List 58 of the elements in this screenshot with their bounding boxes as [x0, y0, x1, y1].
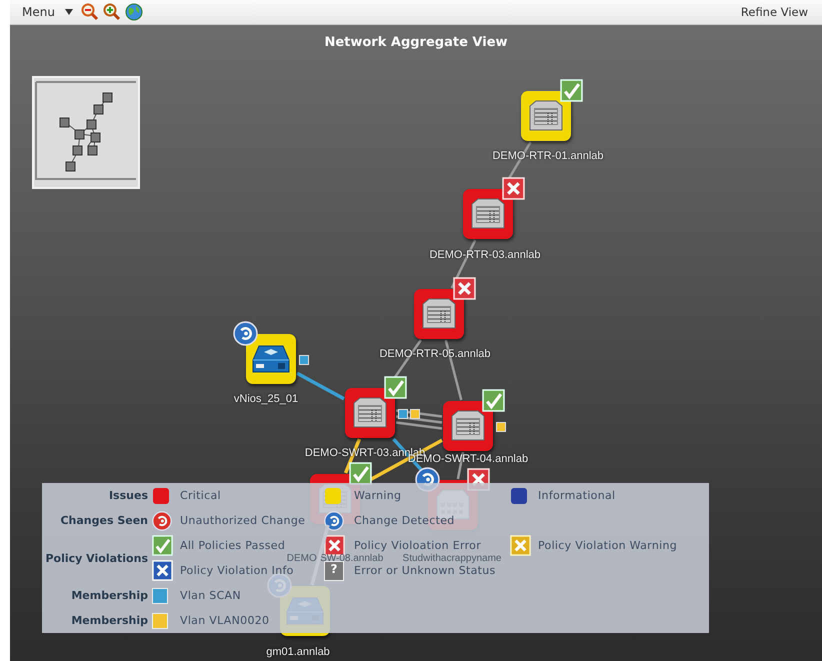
status-swatch-icon — [510, 486, 528, 504]
question-icon: ? — [324, 560, 344, 580]
legend-label: Informational — [538, 489, 616, 502]
node-label: DEMO-RTR-01.annlab — [492, 150, 604, 162]
node-label: gm01.annlab — [266, 646, 330, 658]
legend-heading: Membership — [70, 589, 149, 602]
x-icon — [152, 560, 173, 581]
router-icon — [470, 198, 506, 230]
x-icon — [453, 277, 476, 300]
legend-label: Policy Violation Warning — [538, 539, 677, 552]
legend-label: Policy Violoation Error — [354, 539, 482, 552]
legend-heading: Changes Seen — [59, 514, 149, 527]
refine-view-button[interactable]: Refine View — [736, 5, 812, 19]
check-icon — [560, 79, 583, 102]
legend-label: Error or Unknown Status — [354, 564, 496, 577]
legend-heading: Policy Violations — [44, 552, 149, 564]
legend-heading: Issues — [108, 489, 149, 502]
router-icon — [450, 410, 486, 442]
change-icon — [324, 510, 344, 530]
switch-icon — [252, 344, 290, 374]
legend-label: Vlan SCAN — [180, 589, 241, 602]
device-node[interactable] — [414, 289, 464, 339]
device-node[interactable] — [443, 401, 493, 451]
x-icon — [510, 535, 531, 556]
menu-button[interactable]: Menu — [18, 5, 59, 19]
check-icon — [384, 376, 407, 399]
legend-label: Critical — [180, 489, 221, 502]
router-icon — [528, 100, 564, 132]
view-title: Network Aggregate View — [323, 34, 509, 52]
check-icon — [152, 535, 173, 556]
check-icon — [482, 389, 505, 412]
x-icon — [502, 177, 525, 200]
change-icon — [152, 510, 172, 530]
node-label: vNios_25_01 — [234, 393, 298, 405]
minimap-drawing[interactable] — [32, 76, 140, 189]
router-icon — [352, 397, 388, 429]
device-node[interactable] — [463, 189, 513, 239]
legend-label: Vlan VLAN0020 — [180, 614, 270, 627]
caret-icon[interactable] — [64, 9, 73, 15]
device-node[interactable] — [246, 334, 296, 384]
zoom-out-icon[interactable] — [80, 3, 99, 21]
device-node[interactable] — [521, 91, 571, 141]
legend-label: Policy Violation Info — [180, 564, 294, 577]
legend-label: Change Detected — [354, 514, 455, 527]
status-swatch-icon — [324, 486, 342, 504]
legend-label: Warning — [354, 489, 402, 502]
node-label: Studwithacrappyname — [402, 553, 502, 564]
node-label: DEMO-RTR-03.annlab — [429, 249, 541, 261]
zoom-in-icon[interactable] — [102, 3, 121, 21]
node-label: DEMO-RTR-05.annlab — [379, 348, 491, 360]
device-node[interactable] — [345, 388, 395, 438]
status-swatch-icon — [152, 486, 170, 504]
router-icon — [421, 298, 457, 330]
legend-heading: Membership — [70, 614, 149, 627]
legend-label: All Policies Passed — [180, 539, 286, 552]
globe-icon[interactable] — [124, 3, 143, 21]
legend-label: Unauthorized Change — [180, 514, 306, 527]
check-icon — [349, 462, 372, 485]
